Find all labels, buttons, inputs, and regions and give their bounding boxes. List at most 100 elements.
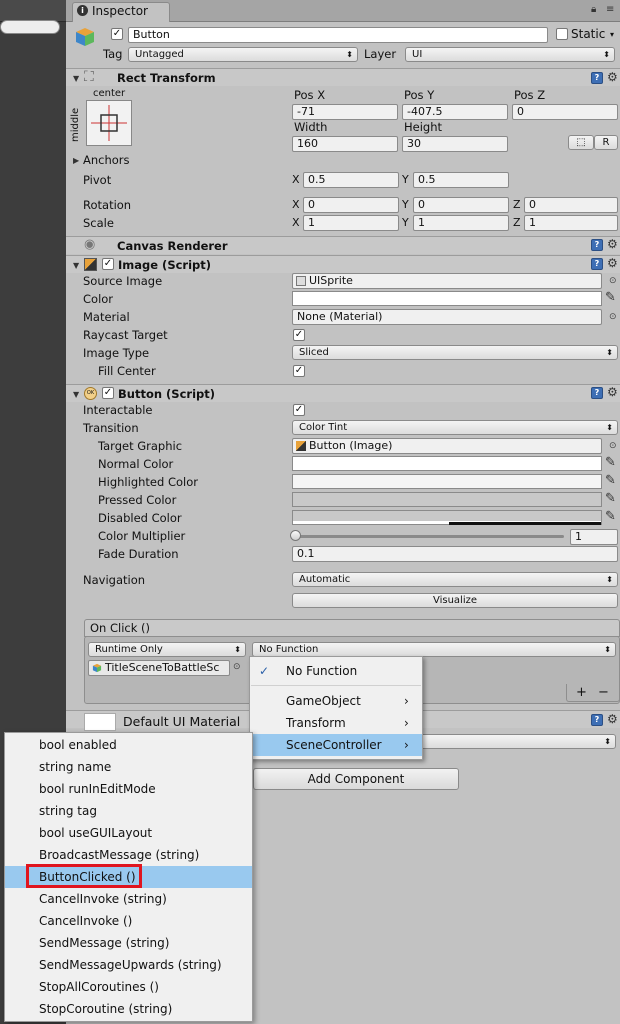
checkmark-icon: ✓ <box>259 664 270 678</box>
transition-dropdown[interactable]: Color Tint ⬍ <box>292 420 618 435</box>
tag-dropdown[interactable]: Untagged ⬍ <box>128 47 358 62</box>
fill-center-checkbox[interactable]: ✓ <box>293 365 305 377</box>
color-multiplier-slider-track[interactable] <box>296 535 564 538</box>
blueprint-mode-button[interactable]: ⬚ <box>568 135 594 150</box>
object-picker-icon[interactable]: ⊙ <box>609 276 617 286</box>
help-icon[interactable]: ? <box>591 387 603 399</box>
menu-item-method[interactable]: StopCoroutine (string) <box>5 998 252 1020</box>
static-checkbox[interactable] <box>556 28 568 40</box>
menu-item-method[interactable]: bool enabled <box>5 734 252 756</box>
onclick-object-field[interactable]: TitleSceneToBattleSc <box>88 660 230 676</box>
menu-item-method[interactable]: bool runInEditMode <box>5 778 252 800</box>
foldout-arrow-icon[interactable]: ▼ <box>73 261 79 270</box>
color-multiplier-input[interactable]: 1 <box>570 529 618 545</box>
menu-item-method[interactable]: SendMessage (string) <box>5 932 252 954</box>
anchors-foldout-icon[interactable]: ▶ <box>73 156 79 165</box>
material-field[interactable]: None (Material) <box>292 309 602 325</box>
rotation-z-input[interactable]: 0 <box>524 197 618 213</box>
menu-item-gameobject[interactable]: GameObject › <box>250 690 422 712</box>
menu-item-no-function[interactable]: ✓ No Function <box>250 660 422 682</box>
pivot-x-input[interactable]: 0.5 <box>303 172 399 188</box>
static-dropdown-arrow-icon[interactable]: ▾ <box>610 30 614 39</box>
rotation-x-input[interactable]: 0 <box>303 197 399 213</box>
disabled-color-swatch[interactable] <box>292 510 602 525</box>
menu-item-method[interactable]: BroadcastMessage (string) <box>5 844 252 866</box>
pivot-x-letter: X <box>292 173 300 186</box>
height-input[interactable]: 30 <box>402 136 508 152</box>
normal-color-swatch[interactable] <box>292 456 602 471</box>
gameobject-name-input[interactable]: Button <box>128 27 548 43</box>
help-icon[interactable]: ? <box>591 239 603 251</box>
eyedropper-icon[interactable]: ✎ <box>605 491 616 506</box>
object-picker-icon[interactable]: ⊙ <box>233 662 241 672</box>
layer-dropdown[interactable]: UI ⬍ <box>405 47 615 62</box>
tab-menu-icon[interactable]: ≡ <box>606 4 614 15</box>
foldout-arrow-icon[interactable]: ▼ <box>73 74 79 83</box>
navigation-dropdown[interactable]: Automatic ⬍ <box>292 572 618 587</box>
menu-item-method[interactable]: bool useGUILayout <box>5 822 252 844</box>
button-enabled-checkbox[interactable]: ✓ <box>102 387 114 399</box>
eyedropper-icon[interactable]: ✎ <box>605 509 616 524</box>
scale-z-input[interactable]: 1 <box>524 215 618 231</box>
menu-item-method[interactable]: string name <box>5 756 252 778</box>
gear-icon[interactable]: ⚙ <box>607 713 618 725</box>
layer-label: Layer <box>364 47 397 61</box>
object-picker-icon[interactable]: ⊙ <box>609 312 617 322</box>
eyedropper-icon[interactable]: ✎ <box>605 290 616 305</box>
width-input[interactable]: 160 <box>292 136 398 152</box>
gear-icon[interactable]: ⚙ <box>607 238 618 250</box>
raycast-target-checkbox[interactable]: ✓ <box>293 329 305 341</box>
gear-icon[interactable]: ⚙ <box>607 71 618 83</box>
runtime-mode-dropdown[interactable]: Runtime Only ⬍ <box>88 642 246 657</box>
material-section-label: Default UI Material <box>123 714 241 729</box>
raw-edit-button[interactable]: R <box>594 135 618 150</box>
pressed-color-swatch[interactable] <box>292 492 602 507</box>
interactable-checkbox[interactable]: ✓ <box>293 404 305 416</box>
hierarchy-search-input[interactable] <box>0 20 60 34</box>
menu-item-method[interactable]: SendMessageUpwards (string) <box>5 954 252 976</box>
menu-item-method[interactable]: StopAllCoroutines () <box>5 976 252 998</box>
pos-z-input[interactable]: 0 <box>512 104 618 120</box>
pivot-y-input[interactable]: 0.5 <box>413 172 509 188</box>
help-icon[interactable]: ? <box>591 72 603 84</box>
target-graphic-field[interactable]: Button (Image) <box>292 438 602 454</box>
help-icon[interactable]: ? <box>591 714 603 726</box>
gear-icon[interactable]: ⚙ <box>607 257 618 269</box>
eyedropper-icon[interactable]: ✎ <box>605 473 616 488</box>
menu-item-method[interactable]: CancelInvoke () <box>5 910 252 932</box>
gear-icon[interactable]: ⚙ <box>607 386 618 398</box>
image-type-dropdown[interactable]: Sliced ⬍ <box>292 345 618 360</box>
source-image-field[interactable]: UISprite <box>292 273 602 289</box>
pos-y-input[interactable]: -407.5 <box>402 104 508 120</box>
pos-x-input[interactable]: -71 <box>292 104 398 120</box>
menu-item-scenecontroller[interactable]: SceneController › <box>250 734 422 756</box>
eyedropper-icon[interactable]: ✎ <box>605 455 616 470</box>
add-component-button[interactable]: Add Component <box>253 768 459 790</box>
chevron-right-icon: › <box>404 738 409 752</box>
lock-icon[interactable]: 🔒︎ <box>591 4 596 15</box>
rotation-y-input[interactable]: 0 <box>413 197 509 213</box>
menu-item-method[interactable]: CancelInvoke (string) <box>5 888 252 910</box>
chevron-right-icon: › <box>404 694 409 708</box>
object-picker-icon[interactable]: ⊙ <box>609 441 617 451</box>
foldout-arrow-icon[interactable]: ▼ <box>73 390 79 399</box>
fade-duration-input[interactable]: 0.1 <box>292 546 618 562</box>
gameobject-active-checkbox[interactable]: ✓ <box>111 28 123 40</box>
menu-item-transform[interactable]: Transform › <box>250 712 422 734</box>
scale-x-input[interactable]: 1 <box>303 215 399 231</box>
color-multiplier-slider-thumb[interactable] <box>290 530 301 541</box>
menu-item-method[interactable]: string tag <box>5 800 252 822</box>
chevron-right-icon: › <box>404 716 409 730</box>
remove-event-button[interactable]: − <box>598 685 609 700</box>
help-icon[interactable]: ? <box>591 258 603 270</box>
function-dropdown[interactable]: No Function ⬍ <box>252 642 616 657</box>
visualize-button[interactable]: Visualize <box>292 593 618 608</box>
scale-y-input[interactable]: 1 <box>413 215 509 231</box>
highlighted-color-swatch[interactable] <box>292 474 602 489</box>
image-enabled-checkbox[interactable]: ✓ <box>102 258 114 270</box>
shader-dropdown[interactable]: ⬍ <box>420 734 616 749</box>
color-swatch[interactable] <box>292 291 602 306</box>
anchor-preset-button[interactable] <box>86 100 132 146</box>
add-event-button[interactable]: + <box>576 685 587 700</box>
button-script-title: Button (Script) <box>118 387 215 401</box>
